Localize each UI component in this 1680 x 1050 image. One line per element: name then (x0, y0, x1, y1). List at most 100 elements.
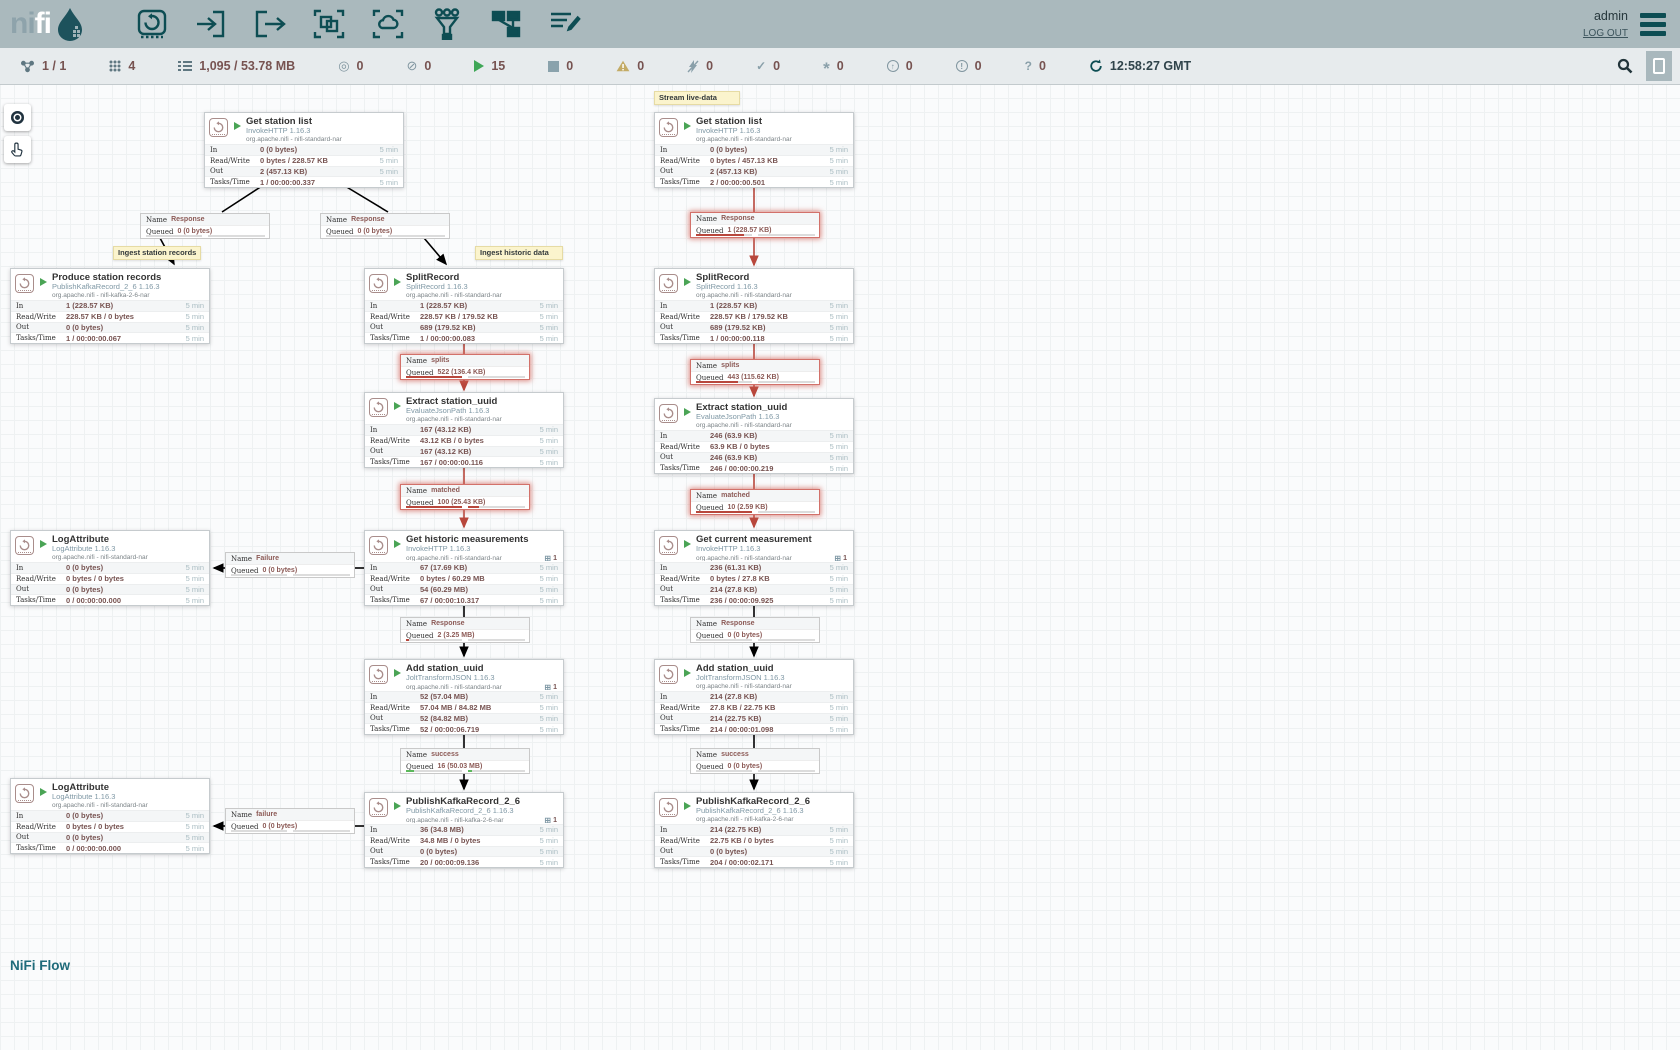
funnel-icon[interactable] (429, 7, 465, 41)
queue-name-label: Name (406, 357, 427, 365)
run-status-icon (684, 278, 691, 286)
processor-produce-station-records[interactable]: Produce station recordsPublishKafkaRecor… (10, 268, 210, 344)
queue-name-label: Name (406, 751, 427, 759)
operate-button[interactable] (4, 136, 31, 163)
stale-icon: ↑ (887, 60, 899, 72)
queue-count-bar (406, 376, 462, 378)
processor-publishkafkarecord-2-6[interactable]: PublishKafkaRecord_2_6PublishKafkaRecord… (364, 792, 564, 868)
queue-name-value: Response (171, 216, 204, 223)
queue-queued-value: 0 (0 bytes) (178, 228, 213, 235)
stat-row: Tasks/Time0 / 00:00:00.0005 min (11, 842, 209, 853)
breadcrumb[interactable]: NiFi Flow (10, 958, 70, 973)
processor-add-station-uuid[interactable]: Add station_uuidJoltTransformJSON 1.16.3… (364, 659, 564, 735)
connection-response-queue[interactable]: NameResponseQueued2 (3.25 MB) (400, 617, 530, 643)
processor-glyph-icon (662, 277, 675, 290)
stat-row: Out54 (60.29 MB)5 min (365, 584, 563, 595)
connection-splits-queue[interactable]: NamesplitsQueued522 (136.4 KB) (400, 354, 530, 380)
connection-response-queue[interactable]: NameResponseQueued0 (0 bytes) (320, 213, 450, 239)
queue-name-value: success (721, 751, 749, 758)
connection-splits-queue[interactable]: NamesplitsQueued443 (115.62 KB) (690, 359, 820, 385)
processor-bundle: org.apache.nifi - nifi-kafka-2-6-nar (406, 817, 544, 823)
up-to-date-icon: ✓ (756, 59, 766, 73)
input-port-icon[interactable] (193, 7, 229, 41)
processor-type: LogAttribute 1.16.3 (52, 793, 205, 802)
queue-name-label: Name (146, 216, 167, 224)
processor-logattribute[interactable]: LogAttributeLogAttribute 1.16.3org.apach… (10, 530, 210, 606)
active-threads-icon: ⊞ (544, 816, 551, 823)
connection-failure-queue[interactable]: NamefailureQueued0 (0 bytes) (225, 808, 355, 834)
processor-glyph-icon (662, 407, 675, 420)
run-status-icon (684, 540, 691, 548)
processor-get-historic-measurements[interactable]: Get historic measurementsInvokeHTTP 1.16… (364, 530, 564, 606)
processor-get-station-list[interactable]: Get station listInvokeHTTP 1.16.3org.apa… (204, 112, 404, 188)
status-up-to-date-count: ✓0 (756, 59, 780, 73)
processor-logattribute[interactable]: LogAttributeLogAttribute 1.16.3org.apach… (10, 778, 210, 854)
processor-publishkafkarecord-2-6[interactable]: PublishKafkaRecord_2_6PublishKafkaRecord… (654, 792, 854, 868)
stat-row: Tasks/Time0 / 00:00:00.0005 min (11, 594, 209, 605)
panel-toggle-button[interactable] (1646, 51, 1672, 81)
status-cluster-count: 1 / 1 (20, 59, 66, 73)
stat-row: Out246 (63.9 KB)5 min (655, 452, 853, 463)
status-locally-modified-count: *0 (823, 59, 844, 73)
processor-get-station-list[interactable]: Get station listInvokeHTTP 1.16.3org.apa… (654, 112, 854, 188)
processor-type: SplitRecord 1.16.3 (406, 283, 559, 292)
queued-list-icon (178, 60, 192, 72)
canvas-label-ingest-station-records[interactable]: Ingest station records (113, 246, 201, 260)
stat-row: Tasks/Time67 / 00:00:10.3175 min (365, 594, 563, 605)
processor-splitrecord[interactable]: SplitRecordSplitRecord 1.16.3org.apache.… (654, 268, 854, 344)
refresh-icon[interactable] (1089, 59, 1103, 73)
run-status-icon (684, 669, 691, 677)
disabled-icon (687, 60, 699, 73)
connection-failure-queue[interactable]: NameFailureQueued0 (0 bytes) (225, 552, 355, 578)
search-button[interactable] (1612, 53, 1638, 79)
component-toolbar (134, 7, 583, 41)
connection-matched-queue[interactable]: NamematchedQueued100 (25.43 KB) (400, 484, 530, 510)
run-status-icon (234, 122, 241, 130)
queue-queued-value: 16 (50.03 MB) (438, 763, 483, 770)
connection-matched-queue[interactable]: NamematchedQueued10 (2.59 KB) (690, 489, 820, 515)
processor-bundle: org.apache.nifi - nifi-kafka-2-6-nar (52, 292, 205, 299)
canvas-label-ingest-historic-data[interactable]: Ingest historic data (475, 246, 563, 260)
logout-link[interactable]: LOG OUT (1583, 26, 1628, 41)
connection-response-queue[interactable]: NameResponseQueued1 (228.57 KB) (690, 212, 820, 238)
processor-type-icon (369, 798, 388, 817)
template-icon[interactable] (488, 7, 524, 41)
stat-row: Out689 (179.52 KB)5 min (655, 322, 853, 333)
processor-add-station-uuid[interactable]: Add station_uuidJoltTransformJSON 1.16.3… (654, 659, 854, 735)
hamburger-menu-icon[interactable] (1640, 13, 1666, 36)
processor-extract-station-uuid[interactable]: Extract station_uuidEvaluateJsonPath 1.1… (654, 398, 854, 474)
status-queued-list-count: 1,095 / 53.78 MB (178, 59, 295, 73)
queue-count-bar (146, 235, 202, 237)
remote-process-group-icon[interactable] (370, 7, 406, 41)
processor-bundle: org.apache.nifi - nifi-standard-nar (52, 554, 205, 561)
navigate-button[interactable] (4, 104, 31, 131)
connection-success-queue[interactable]: NamesuccessQueued16 (50.03 MB) (400, 748, 530, 774)
processor-type: PublishKafkaRecord_2_6 1.16.3 (696, 807, 849, 816)
queue-size-bar (468, 506, 525, 508)
processor-bundle: org.apache.nifi - nifi-standard-nar (406, 684, 544, 690)
stat-row: Tasks/Time204 / 00:00:02.1715 min (655, 856, 853, 867)
label-icon[interactable] (547, 7, 583, 41)
queue-queued-value: 2 (3.25 MB) (438, 632, 475, 639)
connection-response-queue[interactable]: NameResponseQueued0 (0 bytes) (690, 617, 820, 643)
processor-splitrecord[interactable]: SplitRecordSplitRecord 1.16.3org.apache.… (364, 268, 564, 344)
flow-canvas[interactable]: Ingest station records Ingest historic da… (0, 0, 1680, 1050)
queue-name-label: Name (696, 620, 717, 628)
processor-glyph-icon (372, 277, 385, 290)
processor-type-icon (659, 798, 678, 817)
stat-row: In1 (228.57 KB)5 min (11, 300, 209, 311)
processor-bundle: org.apache.nifi - nifi-kafka-2-6-nar (696, 816, 849, 823)
processor-icon[interactable] (134, 7, 170, 41)
active-thread-count: ⊞1 (834, 554, 847, 561)
processor-type-icon (15, 784, 34, 803)
process-group-icon[interactable] (311, 7, 347, 41)
logo-text-2: fi (35, 7, 51, 41)
connection-success-queue[interactable]: NamesuccessQueued0 (0 bytes) (690, 748, 820, 774)
output-port-icon[interactable] (252, 7, 288, 41)
connection-response-queue[interactable]: NameResponseQueued0 (0 bytes) (140, 213, 270, 239)
processor-get-current-measurement[interactable]: Get current measurementInvokeHTTP 1.16.3… (654, 530, 854, 606)
canvas-label-stream-live-data[interactable]: Stream live-data (654, 91, 740, 105)
processor-glyph-icon (662, 121, 675, 134)
processor-extract-station-uuid[interactable]: Extract station_uuidEvaluateJsonPath 1.1… (364, 392, 564, 468)
nifi-logo[interactable]: nifi (10, 6, 120, 42)
